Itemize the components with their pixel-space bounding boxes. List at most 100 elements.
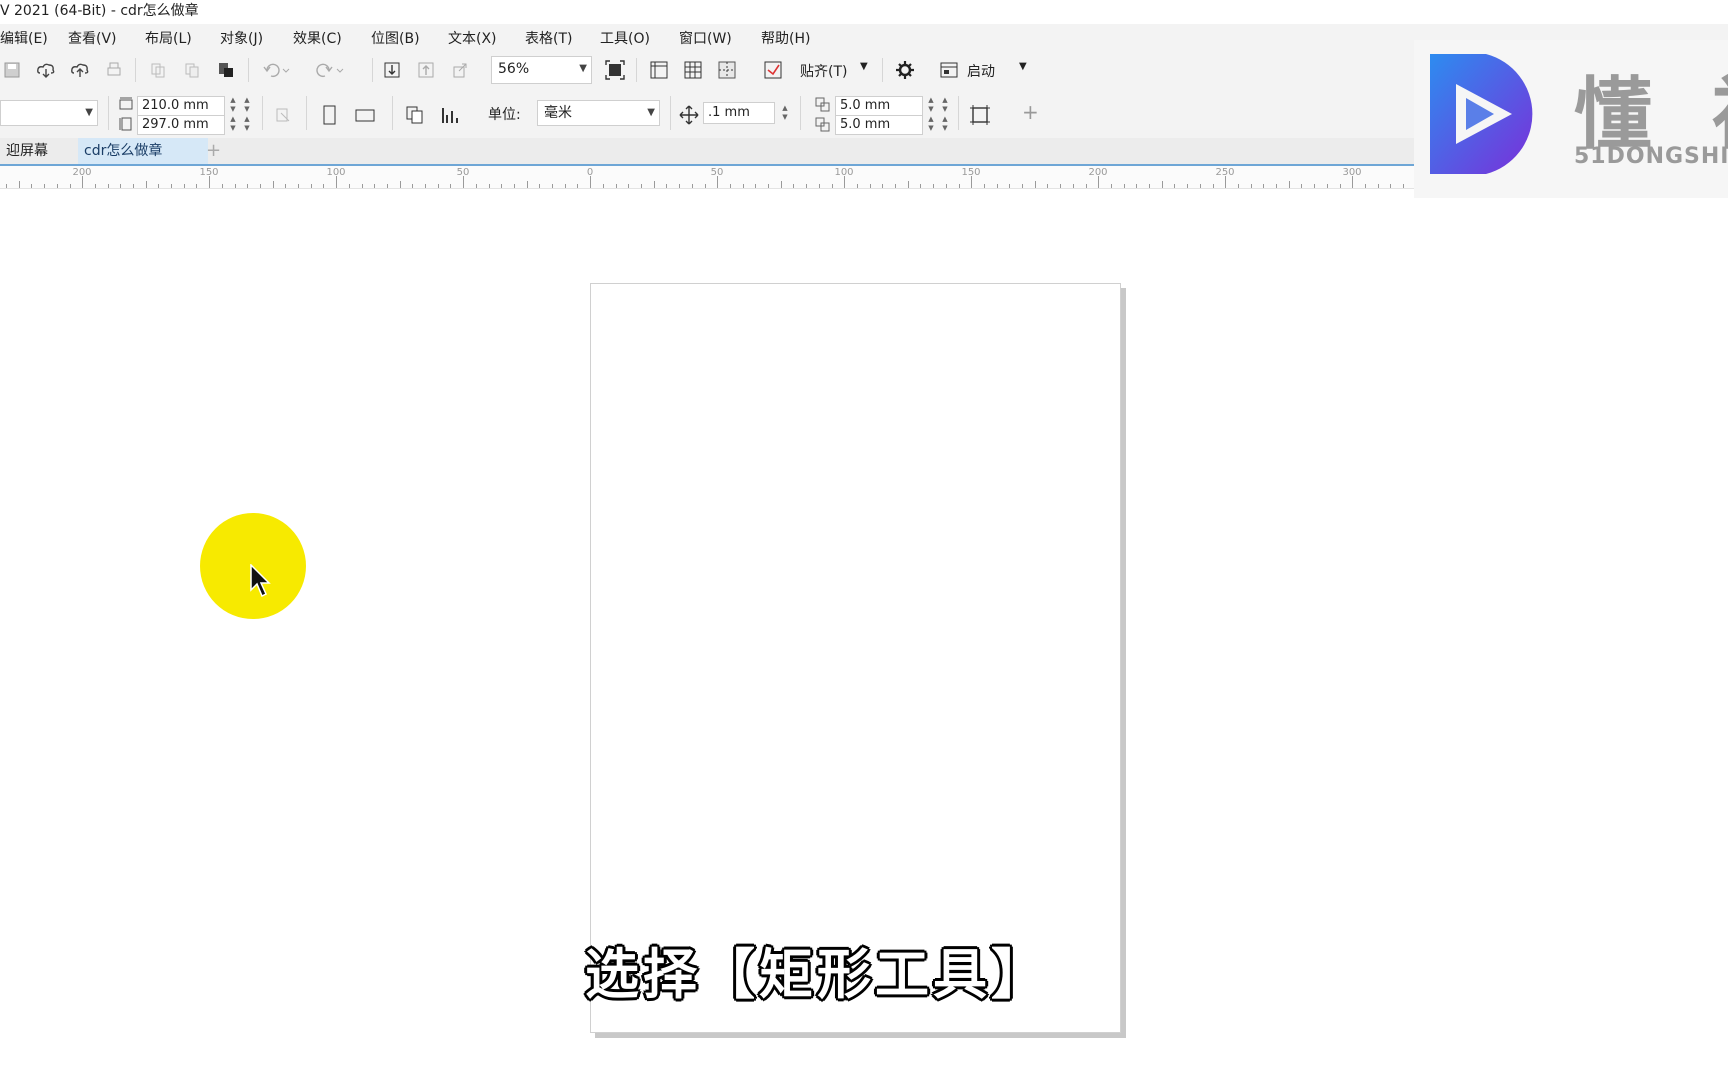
tab-welcome-screen[interactable]: 迎屏幕 [0, 138, 54, 164]
chevron-down-icon[interactable]: ▼ [1019, 61, 1027, 72]
redo-icon[interactable] [316, 60, 344, 80]
ruler-tick [311, 184, 312, 188]
ruler-tick [1314, 184, 1315, 188]
page-layout-icon[interactable] [440, 104, 462, 126]
ruler-tick [362, 184, 363, 188]
spin-arrows-icon[interactable]: ▲ ▼ [242, 115, 252, 133]
spin-arrows-icon[interactable]: ▲ ▼ [940, 115, 950, 133]
page-width-field[interactable]: 210.0 mm [137, 96, 225, 116]
chevron-down-icon[interactable]: ▼ [860, 61, 868, 72]
ruler-tick [870, 184, 871, 188]
nudge-distance-icon [678, 104, 700, 126]
ruler-tick [895, 184, 896, 188]
menu-view[interactable]: 查看(V) [68, 28, 117, 48]
menu-layout[interactable]: 布局(L) [145, 28, 192, 48]
duplicate-distance-x-field[interactable]: 5.0 mm [835, 96, 923, 116]
ruler-tick [6, 184, 7, 188]
play-logo-icon [1430, 54, 1533, 174]
ruler-tick [158, 184, 159, 188]
ruler-tick [184, 184, 185, 188]
all-pages-icon[interactable] [272, 104, 294, 126]
spin-arrows-icon[interactable]: ▲ ▼ [926, 96, 936, 114]
spin-arrows-icon[interactable]: ▲ ▼ [242, 96, 252, 114]
ruler-tick [1365, 184, 1366, 188]
ruler-tick [133, 184, 134, 188]
show-grid-icon[interactable] [682, 59, 704, 81]
menu-effects[interactable]: 效果(C) [293, 28, 342, 48]
units-value: 毫米 [544, 105, 572, 121]
show-rulers-icon[interactable] [648, 59, 670, 81]
export-icon[interactable] [416, 60, 436, 80]
cut-icon[interactable] [148, 60, 168, 80]
ruler-tick [425, 184, 426, 188]
import-icon[interactable] [382, 60, 402, 80]
ruler-tick [933, 184, 934, 188]
save-icon[interactable] [2, 60, 22, 80]
snap-off-icon[interactable] [762, 59, 784, 81]
menu-edit[interactable]: 编辑(E) [0, 28, 48, 48]
ruler-tick [1352, 176, 1353, 188]
add-icon[interactable]: + [1022, 100, 1039, 124]
ruler-tick [552, 184, 553, 188]
ruler-tick [1187, 184, 1188, 188]
toolbar-separator [372, 58, 373, 82]
document-page[interactable] [590, 283, 1121, 1033]
ruler-tick [57, 184, 58, 188]
menu-bitmaps[interactable]: 位图(B) [371, 28, 420, 48]
show-guidelines-icon[interactable] [716, 59, 738, 81]
print-icon[interactable] [104, 60, 124, 80]
spin-arrows-icon[interactable]: ▲ ▼ [228, 96, 238, 114]
ruler-tick [95, 184, 96, 188]
ruler-tick [793, 184, 794, 188]
launch-label[interactable]: 启动 [967, 61, 995, 81]
ruler-tick [476, 184, 477, 188]
spin-arrows-icon[interactable]: ▲ ▼ [780, 104, 790, 122]
add-tab-icon[interactable]: + [200, 138, 227, 164]
current-page-icon[interactable] [404, 104, 426, 126]
duplicate-distance-y-field[interactable]: 5.0 mm [835, 115, 923, 135]
ruler-tick [730, 184, 731, 188]
application-launcher-icon[interactable] [938, 59, 960, 81]
copy-icon[interactable] [182, 60, 202, 80]
ruler-tick [959, 184, 960, 188]
treat-as-filled-icon[interactable] [968, 103, 992, 127]
portrait-icon[interactable] [318, 104, 340, 126]
spin-arrows-icon[interactable]: ▲ ▼ [228, 115, 238, 133]
menu-object[interactable]: 对象(J) [220, 28, 263, 48]
ruler-tick [1251, 184, 1252, 188]
nudge-distance-field[interactable]: .1 mm [703, 102, 775, 124]
menu-tools[interactable]: 工具(O) [600, 28, 650, 48]
publish-pdf-icon[interactable] [450, 60, 470, 80]
paste-icon[interactable] [216, 60, 236, 80]
cloud-upload-icon[interactable] [70, 60, 90, 80]
ruler-tick [463, 176, 464, 188]
tab-cdr-document[interactable]: cdr怎么做章 [78, 138, 208, 164]
menu-help[interactable]: 帮助(H) [761, 28, 810, 48]
spin-arrows-icon[interactable]: ▲ ▼ [926, 115, 936, 133]
page-height-field[interactable]: 297.0 mm [137, 115, 225, 135]
title-bar: V 2021 (64-Bit) - cdr怎么做章 [0, 0, 1728, 22]
cloud-download-icon[interactable] [36, 60, 56, 80]
ruler-tick [336, 176, 337, 188]
ruler-tick [450, 184, 451, 188]
undo-icon[interactable] [262, 60, 290, 80]
ruler-tick [1060, 184, 1061, 188]
ruler-tick [514, 184, 515, 188]
ruler-tick [349, 184, 350, 188]
ruler-tick [1174, 184, 1175, 188]
ruler-tick [438, 184, 439, 188]
menu-text[interactable]: 文本(X) [448, 28, 497, 48]
page-size-combo[interactable]: ▼ [0, 100, 98, 126]
ruler-tick [1098, 176, 1099, 188]
menu-table[interactable]: 表格(T) [525, 28, 572, 48]
snap-to-dropdown-label[interactable]: 贴齐(T) [800, 61, 847, 81]
zoom-level-combo[interactable]: 56% ▼ [491, 56, 592, 84]
landscape-icon[interactable] [354, 104, 376, 126]
options-gear-icon[interactable] [894, 59, 916, 81]
spin-arrows-icon[interactable]: ▲ ▼ [940, 96, 950, 114]
video-subtitle: 选择【矩形工具】 [585, 943, 1049, 1006]
full-screen-icon[interactable] [604, 59, 626, 81]
menu-window[interactable]: 窗口(W) [679, 28, 732, 48]
ruler-tick [374, 184, 375, 188]
units-combo[interactable]: 毫米 ▼ [537, 100, 660, 126]
